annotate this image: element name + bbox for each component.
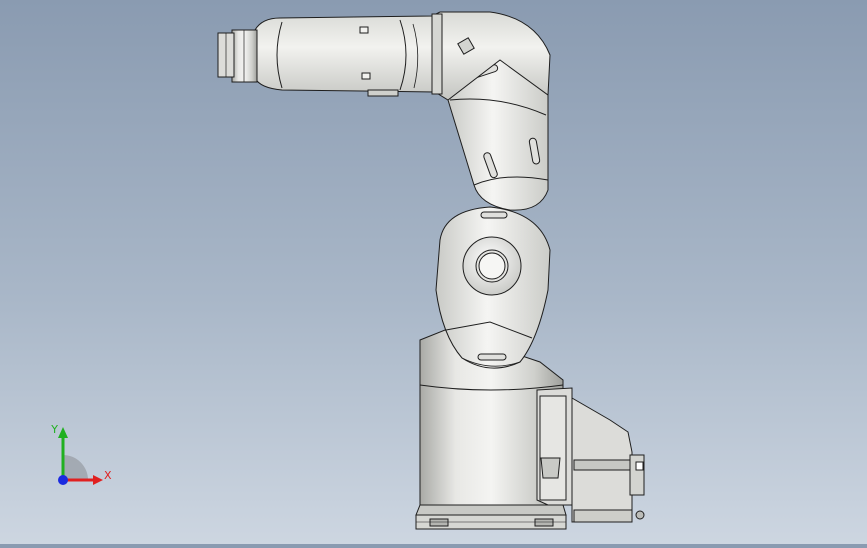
lower-arm-link[interactable]	[435, 206, 551, 369]
z-axis-dot	[58, 475, 68, 485]
base-connector-housing[interactable]	[536, 387, 645, 523]
triad-plane-icon	[63, 455, 88, 480]
y-axis-arrowhead	[58, 427, 68, 438]
y-axis-label: Y	[50, 423, 58, 436]
orientation-triad: Y X	[50, 423, 112, 485]
x-axis-label: X	[104, 469, 112, 482]
cad-graphics-viewport[interactable]: Y X	[0, 0, 867, 544]
robot-arm-model[interactable]: Y X	[0, 0, 867, 544]
wrist-flange[interactable]	[217, 29, 258, 83]
x-axis-arrowhead	[93, 475, 103, 485]
